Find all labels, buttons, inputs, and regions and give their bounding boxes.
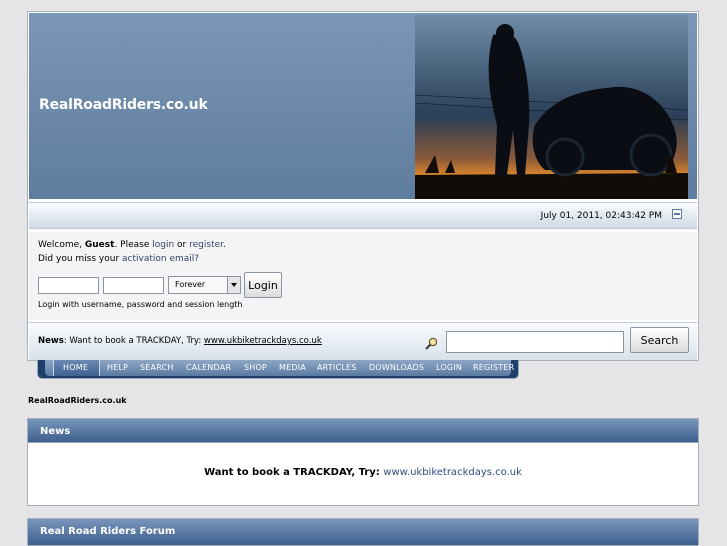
menu-item-downloads[interactable]: DOWNLOADS: [369, 363, 424, 372]
login-hint: Login with username, password and sessio…: [38, 300, 243, 309]
menu-item-help[interactable]: HELP: [107, 363, 128, 372]
current-date: July 01, 2011, 02:43:42 PM: [540, 211, 662, 221]
register-link[interactable]: register: [189, 240, 223, 250]
welcome-text: Welcome,: [38, 240, 85, 250]
banner-image: [415, 15, 688, 199]
news-ticker: News: Want to book a TRACKDAY, Try: www.…: [38, 336, 322, 346]
news-box-content: Want to book a TRACKDAY, Try: www.ukbike…: [28, 467, 698, 478]
news-box-title: News: [28, 419, 698, 443]
menu-item-login[interactable]: LOGIN: [436, 363, 462, 372]
menu-item-articles[interactable]: ARTICLES: [317, 363, 356, 372]
username-input[interactable]: [38, 277, 99, 294]
search-button[interactable]: Search: [630, 327, 689, 353]
forum-box: Real Road Riders Forum: [27, 518, 699, 546]
please-text: . Please: [114, 240, 153, 250]
date-bar: July 01, 2011, 02:43:42 PM: [29, 202, 697, 229]
news-bar: News: Want to book a TRACKDAY, Try: www.…: [29, 322, 697, 360]
forum-box-title[interactable]: Real Road Riders Forum: [28, 519, 698, 546]
news-link[interactable]: www.ukbiketrackdays.co.uk: [204, 336, 322, 346]
news-text: : Want to book a TRACKDAY, Try:: [63, 336, 204, 346]
news-box: News Want to book a TRACKDAY, Try: www.u…: [27, 418, 699, 506]
activation-line: Did you miss your activation email?: [38, 254, 199, 264]
user-area: Welcome, Guest. Please login or register…: [29, 232, 697, 320]
menu-item-search[interactable]: SEARCH: [140, 363, 174, 372]
welcome-line: Welcome, Guest. Please login or register…: [38, 240, 226, 250]
menu-item-shop[interactable]: SHOP: [244, 363, 267, 372]
password-input[interactable]: [103, 277, 164, 294]
activation-email-link[interactable]: activation email?: [122, 254, 199, 264]
news-label: News: [38, 336, 64, 346]
menu-item-media[interactable]: MEDIA: [279, 363, 306, 372]
guest-name: Guest: [84, 240, 115, 250]
menu-item-home[interactable]: HOME: [63, 363, 88, 372]
header-frame: RealRoadRiders.co.uk July 01, 2011, 02:4…: [27, 11, 699, 361]
site-header: RealRoadRiders.co.uk: [29, 13, 697, 199]
search-input[interactable]: [446, 331, 624, 353]
search-icon: [425, 337, 438, 350]
menu-item-calendar[interactable]: CALENDAR: [186, 363, 231, 372]
site-title[interactable]: RealRoadRiders.co.uk: [39, 97, 208, 113]
missed-text: Did you miss your: [38, 254, 123, 264]
main-menu: HOME HELP SEARCH CALENDAR SHOP MEDIA ART…: [37, 360, 519, 379]
or-text: or: [174, 240, 190, 250]
menu-item-register[interactable]: REGISTER: [473, 363, 514, 372]
login-link[interactable]: login: [152, 240, 174, 250]
menu-bar: HOME HELP SEARCH CALENDAR SHOP MEDIA ART…: [45, 360, 514, 376]
period-text: .: [223, 240, 226, 250]
breadcrumb[interactable]: RealRoadRiders.co.uk: [28, 396, 127, 405]
dropdown-arrow-icon: [227, 277, 240, 293]
session-length-select[interactable]: Forever: [168, 276, 241, 294]
login-button[interactable]: Login: [244, 272, 282, 298]
news-box-link[interactable]: www.ukbiketrackdays.co.uk: [383, 467, 522, 478]
collapse-icon[interactable]: [672, 209, 682, 219]
session-length-value: Forever: [175, 280, 206, 289]
news-box-text: Want to book a TRACKDAY, Try:: [204, 467, 384, 478]
